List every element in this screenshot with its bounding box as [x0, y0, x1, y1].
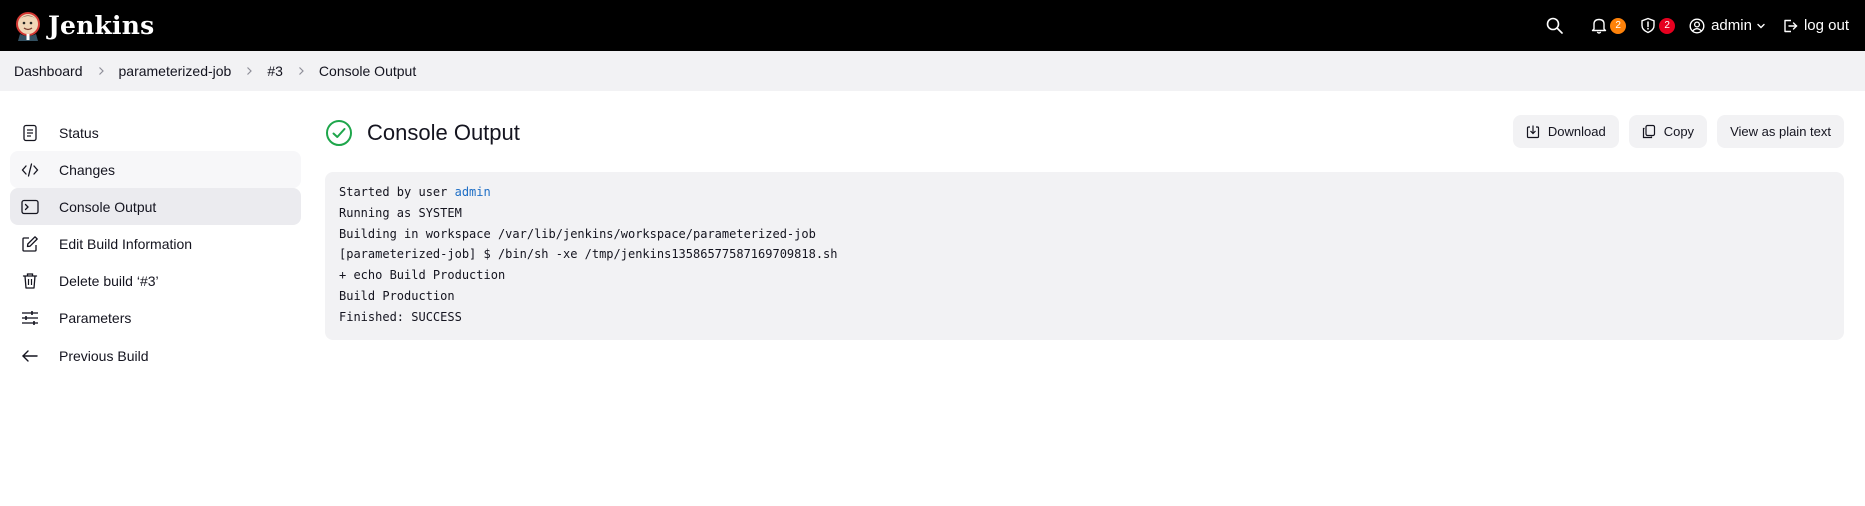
- console-line-text: Started by user: [339, 185, 455, 199]
- sidebar-item-console-output[interactable]: Console Output: [10, 188, 301, 226]
- breadcrumb-console-output[interactable]: Console Output: [319, 63, 416, 79]
- logout-icon: [1784, 19, 1798, 32]
- success-check-icon: [326, 120, 352, 146]
- notepad-icon: [21, 124, 39, 142]
- page-title: Console Output: [367, 120, 520, 145]
- sidebar-item-label: Parameters: [59, 310, 132, 327]
- breadcrumb-dashboard[interactable]: Dashboard: [14, 63, 83, 79]
- copy-label: Copy: [1663, 124, 1695, 139]
- sidebar-item-label: Console Output: [59, 198, 157, 215]
- download-icon: [1526, 125, 1539, 139]
- sidebar-item-status[interactable]: Status: [10, 114, 301, 151]
- code-icon: [21, 161, 39, 179]
- jenkins-home-link[interactable]: Jenkins: [14, 11, 154, 41]
- user-menu[interactable]: admin: [1689, 17, 1766, 34]
- console-output: Started by user admin Running as SYSTEM …: [325, 172, 1844, 340]
- security-count-badge: 2: [1659, 17, 1676, 34]
- user-icon: [1689, 17, 1705, 34]
- sidebar-item-changes[interactable]: Changes: [10, 151, 301, 189]
- console-actions: Download Copy View as plain text: [1503, 115, 1844, 148]
- search-button[interactable]: [1546, 17, 1563, 34]
- brand-name: Jenkins: [48, 11, 155, 40]
- copy-icon: [1642, 124, 1655, 139]
- arrow-left-icon: [21, 347, 39, 365]
- logout-label: log out: [1803, 17, 1849, 34]
- sidebar-item-edit-build-information[interactable]: Edit Build Information: [10, 226, 301, 263]
- user-link[interactable]: admin: [455, 185, 491, 199]
- console-line: + echo Build Production: [339, 268, 506, 283]
- page-header: Console Output Download Copy View as pla…: [325, 114, 1844, 152]
- chevron-down-icon: [1757, 23, 1765, 28]
- sidebar-item-label: Changes: [59, 161, 116, 178]
- breadcrumb: Dashboard parameterized-job #3 Console O…: [0, 51, 1865, 91]
- download-label: Download: [1547, 124, 1606, 139]
- breadcrumb-job[interactable]: parameterized-job: [119, 63, 232, 79]
- user-name: admin: [1711, 17, 1752, 34]
- chevron-right-icon: [245, 66, 253, 76]
- console-line: [parameterized-job] $ /bin/sh -xe /tmp/j…: [339, 247, 838, 262]
- notifications-button[interactable]: 2: [1591, 17, 1627, 34]
- sidebar-item-parameters[interactable]: Parameters: [10, 300, 301, 337]
- sidebar: Status Changes Console Output Edit Build…: [10, 114, 301, 374]
- sidebar-item-label: Edit Build Information: [59, 236, 193, 253]
- sidebar-item-label: Delete build ‘#3’: [59, 273, 159, 290]
- view-as-plain-text-label: View as plain text: [1730, 124, 1831, 139]
- shield-alert-icon: [1641, 17, 1655, 34]
- chevron-right-icon: [297, 66, 305, 76]
- sidebar-item-previous-build[interactable]: Previous Build: [10, 337, 301, 374]
- jenkins-butler-logo-icon: [16, 11, 40, 41]
- console-line: Building in workspace /var/lib/jenkins/w…: [339, 226, 816, 241]
- chevron-right-icon: [97, 66, 105, 76]
- breadcrumb-build[interactable]: #3: [267, 63, 283, 79]
- view-as-plain-text-button[interactable]: View as plain text: [1717, 115, 1844, 148]
- console-line: Started by user admin: [339, 182, 1830, 203]
- sidebar-item-delete-build[interactable]: Delete build ‘#3’: [10, 263, 301, 300]
- trash-icon: [21, 272, 39, 290]
- console-line: Finished: SUCCESS: [339, 309, 462, 324]
- sidebar-item-label: Previous Build: [59, 347, 149, 364]
- notifications-count-badge: 2: [1610, 17, 1627, 34]
- logout-button[interactable]: log out: [1782, 17, 1849, 34]
- sidebar-item-label: Status: [59, 124, 99, 141]
- top-header: Jenkins 2 2 admin log out: [0, 0, 1865, 51]
- bell-icon: [1591, 18, 1607, 34]
- console-line: Build Production: [339, 288, 455, 303]
- edit-icon: [21, 235, 39, 253]
- console-line: Running as SYSTEM: [339, 205, 462, 220]
- security-alerts-button[interactable]: 2: [1640, 17, 1676, 34]
- search-icon: [1546, 17, 1563, 34]
- terminal-icon: [21, 198, 39, 216]
- sliders-icon: [21, 309, 39, 327]
- download-button[interactable]: Download: [1512, 115, 1619, 148]
- copy-button[interactable]: Copy: [1628, 115, 1708, 148]
- main-content: Console Output Download Copy View as pla…: [325, 114, 1844, 340]
